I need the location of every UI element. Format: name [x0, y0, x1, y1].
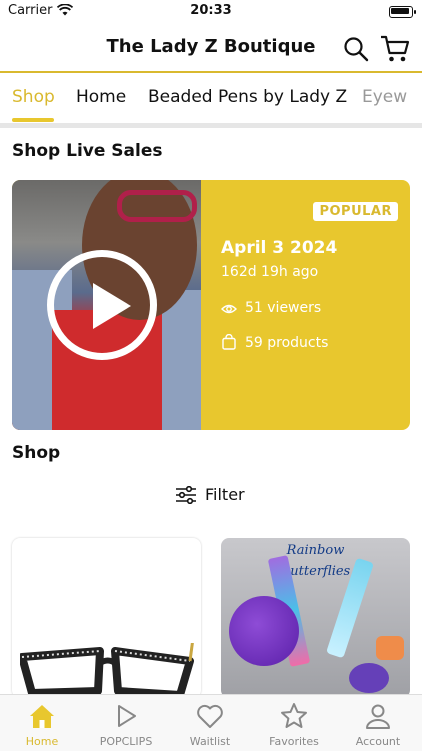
battery-icon [389, 6, 416, 18]
products-count: 59 products [245, 335, 329, 351]
cart-icon[interactable] [380, 34, 410, 64]
nav-popclips-label: POPCLIPS [99, 735, 153, 748]
tab-beaded-pens[interactable]: Beaded Pens by Lady Z [148, 87, 347, 107]
nav-account-label: Account [355, 735, 401, 748]
filter-button[interactable]: Filter [175, 485, 245, 505]
nav-home[interactable]: Home [0, 695, 84, 751]
tab-home[interactable]: Home [76, 87, 126, 107]
status-bar: Carrier 20:33 [0, 0, 422, 24]
tab-eyewear[interactable]: Eyew [362, 87, 407, 107]
filter-label: Filter [205, 485, 245, 504]
live-sales-heading: Shop Live Sales [12, 141, 163, 161]
product-card-rainbow-butterflies[interactable]: Rainbow Butterflies [221, 538, 410, 698]
person-icon [366, 704, 390, 729]
product-card-eyewear[interactable] [12, 538, 201, 698]
live-sale-card[interactable]: POPULAR April 3 2024 162d 19h ago 51 vie… [12, 180, 410, 430]
popular-badge: POPULAR [313, 202, 398, 221]
live-sale-date: April 3 2024 [221, 238, 338, 258]
clock: 20:33 [190, 3, 232, 18]
play-icon [118, 705, 136, 727]
play-icon[interactable] [47, 250, 157, 360]
live-sale-thumbnail [12, 180, 201, 430]
live-sale-time-ago: 162d 19h ago [221, 264, 319, 280]
product-image-alarm [349, 663, 389, 693]
sliders-icon [176, 485, 196, 505]
nav-waitlist-label: Waitlist [189, 735, 231, 748]
viewers-row: 51 viewers [221, 300, 321, 316]
product-image-pompom [229, 596, 299, 666]
shopping-bag-icon [222, 333, 236, 350]
active-tab-indicator [12, 118, 54, 122]
eye-icon [221, 304, 237, 314]
nav-home-label: Home [25, 735, 59, 748]
nav-waitlist[interactable]: Waitlist [168, 695, 252, 751]
tab-shop[interactable]: Shop [12, 87, 55, 107]
product-image-charm [376, 636, 404, 660]
star-icon [281, 703, 307, 728]
search-icon[interactable] [343, 36, 369, 62]
tabs-divider [0, 123, 422, 128]
product-image-glasses [20, 643, 194, 698]
app-header: The Lady Z Boutique [0, 24, 422, 72]
nav-account[interactable]: Account [336, 695, 420, 751]
home-icon [30, 705, 54, 728]
bottom-tab-bar: Home POPCLIPS Waitlist Favorites Account [0, 694, 422, 751]
nav-favorites[interactable]: Favorites [252, 695, 336, 751]
nav-popclips[interactable]: POPCLIPS [84, 695, 168, 751]
product-image-text-line1: Rainbow [286, 543, 345, 558]
products-row: 59 products [221, 333, 329, 351]
heart-icon [197, 704, 223, 728]
viewers-count: 51 viewers [245, 300, 322, 316]
thumbnail-jacket-right [162, 290, 201, 430]
product-image-text-line2: Butterflies [280, 564, 351, 579]
category-tabs: Shop Home Beaded Pens by Lady Z Eyew [0, 73, 422, 123]
nav-favorites-label: Favorites [269, 735, 319, 748]
thumbnail-glasses [117, 190, 197, 222]
shop-heading: Shop [12, 443, 61, 463]
